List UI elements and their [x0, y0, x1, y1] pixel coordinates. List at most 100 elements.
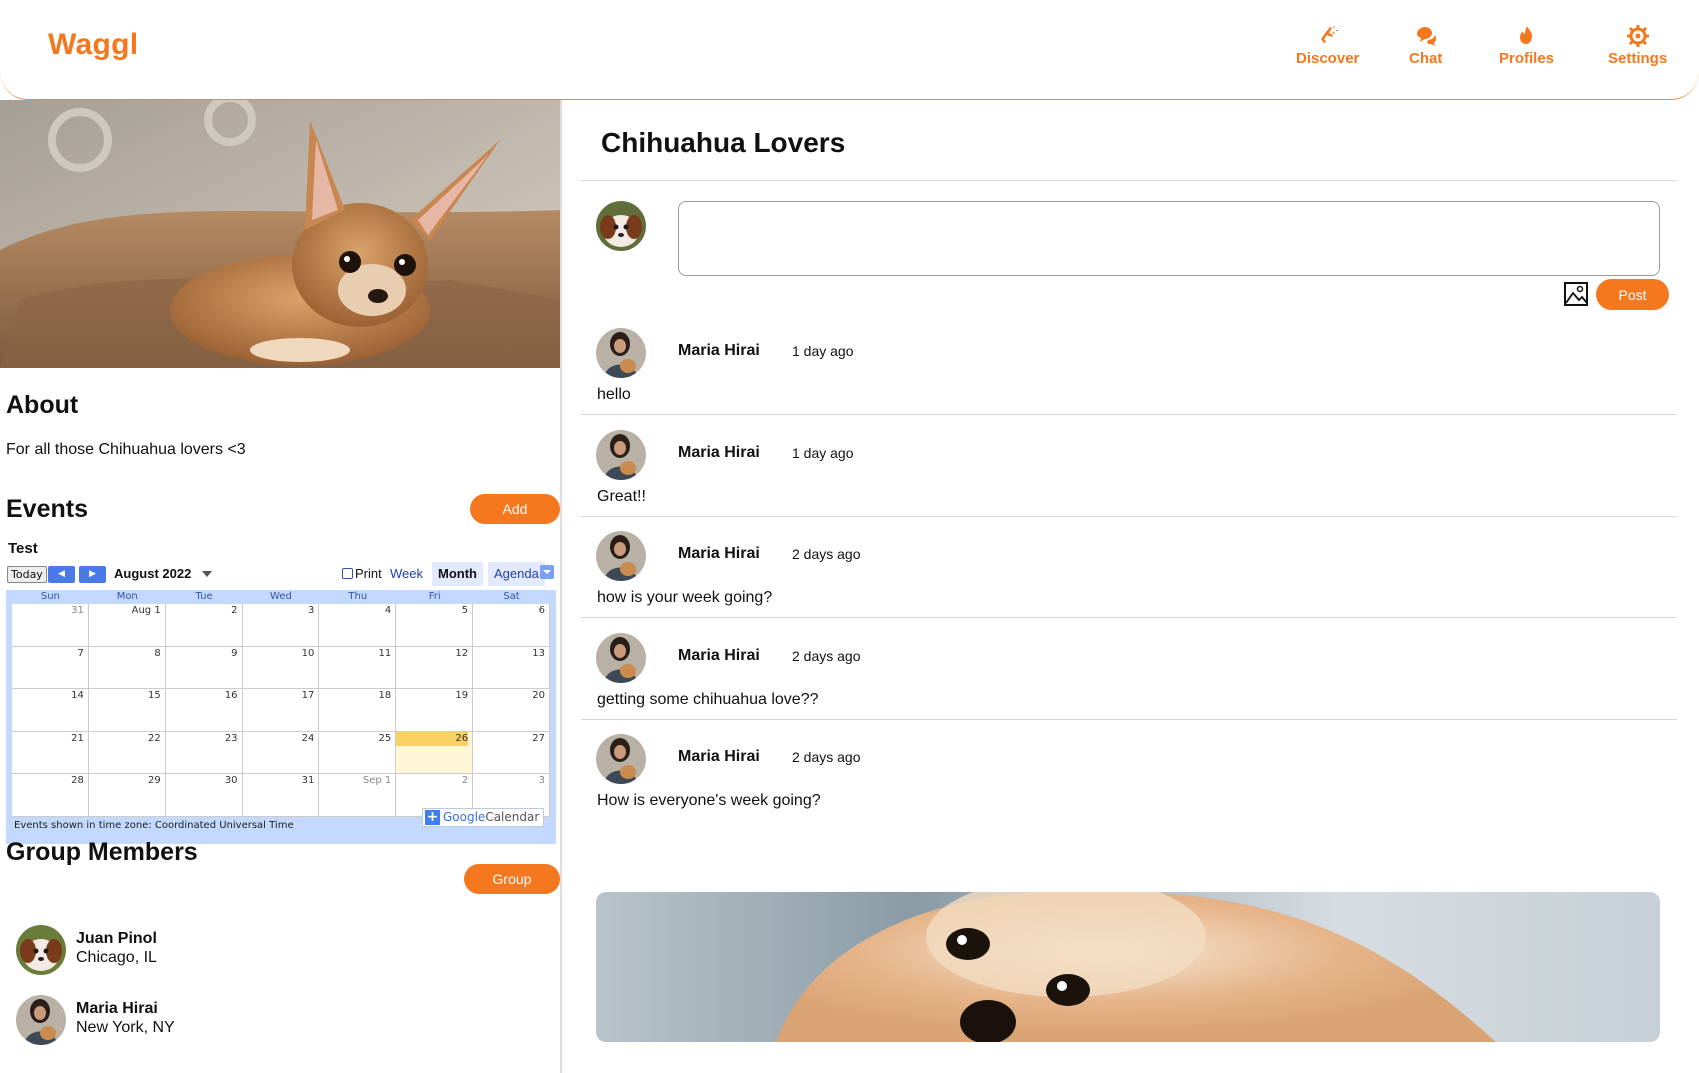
- calendar-day-cell[interactable]: 16: [165, 689, 243, 732]
- calendar-day-number: 17: [301, 690, 315, 702]
- group-chat-button[interactable]: Group Chat: [464, 864, 560, 917]
- google-calendar-badge[interactable]: + GoogleCalendar: [422, 808, 544, 827]
- avatar[interactable]: [596, 734, 646, 784]
- calendar-day-cell[interactable]: 14: [12, 689, 89, 732]
- post-text: How is everyone's week going?: [597, 792, 821, 809]
- calendar-day-cell[interactable]: 20: [473, 689, 550, 732]
- post-item: Maria Hirai 2 days ago getting some chihua…: [564, 632, 1699, 743]
- plus-icon: +: [425, 809, 440, 825]
- post-item: Maria Hirai 2 days ago how is your week go…: [564, 531, 1699, 641]
- post-item: Maria Hirai 1 day ago Great!!: [564, 429, 1699, 540]
- discover-icon: [1320, 26, 1338, 43]
- calendar-day-cell[interactable]: 4: [319, 604, 397, 647]
- agenda-dropdown-icon[interactable]: [540, 565, 554, 579]
- calendar-day-cell[interactable]: 15: [88, 689, 166, 732]
- calendar-toolbar: Today ◀ ▶ August 2022 Print Week Month A…: [6, 562, 556, 588]
- gear-icon: [1626, 25, 1649, 47]
- next-month-button[interactable]: ▶: [79, 566, 106, 583]
- calendar-day-cell[interactable]: 31: [12, 604, 89, 647]
- post-item: Maria Hirai 1 day ago hello: [564, 328, 1699, 438]
- calendar-day-cell[interactable]: 30: [165, 774, 243, 817]
- calendar-day-cell[interactable]: 27: [473, 731, 550, 775]
- calendar-day-cell[interactable]: 12: [396, 646, 474, 690]
- tab-agenda[interactable]: Agenda: [488, 562, 545, 586]
- nav-profiles[interactable]: Profiles: [1499, 24, 1554, 67]
- post-author[interactable]: Maria Hirai: [678, 545, 760, 563]
- avatar[interactable]: [596, 531, 646, 581]
- prev-month-button[interactable]: ◀: [48, 566, 75, 583]
- calendar-day-cell[interactable]: 19: [396, 689, 474, 732]
- calendar-day-cell[interactable]: 7: [12, 646, 89, 690]
- add-event-button[interactable]: Add Event: [470, 494, 560, 547]
- print-button[interactable]: Print: [336, 562, 388, 586]
- calendar-day-cell[interactable]: Aug 1: [88, 604, 166, 647]
- avatar[interactable]: [596, 632, 646, 683]
- calendar-day-cell[interactable]: 2: [165, 604, 243, 647]
- calendar-day-cell[interactable]: 17: [242, 689, 320, 732]
- calendar-day-cell[interactable]: 23: [165, 731, 243, 775]
- member-location: New York, NY: [76, 1019, 175, 1036]
- member-item[interactable]: Maria Hirai New York, NY: [16, 995, 316, 1047]
- image-upload-icon[interactable]: [1563, 281, 1589, 307]
- avatar[interactable]: [596, 429, 646, 480]
- tab-week[interactable]: Week: [384, 562, 429, 586]
- calendar-day-cell[interactable]: 5: [396, 604, 474, 647]
- calendar-day-cell[interactable]: 13: [473, 646, 550, 690]
- member-item[interactable]: Juan Pinol Chicago, IL: [16, 925, 316, 977]
- calendar-day-cell[interactable]: Sep 1: [319, 774, 397, 817]
- calendar-day-cell[interactable]: 8: [88, 646, 166, 690]
- calendar-day-cell[interactable]: 10: [242, 646, 320, 690]
- nav-label: Discover: [1296, 50, 1360, 67]
- post-author[interactable]: Maria Hirai: [678, 748, 760, 766]
- calendar-day-number: 22: [147, 732, 161, 744]
- calendar-day-cell[interactable]: 21: [12, 731, 89, 775]
- post-timestamp: 1 day ago: [792, 444, 854, 461]
- divider: [581, 515, 1677, 517]
- calendar-day-number: 9: [231, 647, 238, 659]
- today-button[interactable]: Today: [7, 566, 47, 583]
- avatar[interactable]: [596, 328, 646, 378]
- calendar-day-number: 19: [455, 690, 469, 702]
- app-logo[interactable]: Waggl: [48, 28, 138, 62]
- calendar-day-cell[interactable]: 28: [12, 774, 89, 817]
- calendar-day-cell[interactable]: 26: [396, 731, 474, 775]
- nav-label: Chat: [1409, 50, 1443, 67]
- month-dropdown-icon[interactable]: [202, 571, 212, 577]
- calendar-day-number: 21: [71, 732, 84, 744]
- divider: [581, 617, 1677, 618]
- calendar-day-number: 14: [71, 690, 84, 702]
- calendar-day-number: 15: [147, 690, 161, 702]
- group-feed: Chihuahua Lovers Post Maria Hirai 1 day a…: [564, 100, 1699, 1073]
- nav-discover[interactable]: Discover: [1296, 24, 1359, 67]
- calendar-day-cell[interactable]: 18: [319, 689, 397, 732]
- calendar-timezone-note: Events shown in time zone: Coordinated U…: [14, 820, 294, 831]
- nav-settings[interactable]: Settings: [1608, 24, 1667, 67]
- calendar-day-cell[interactable]: 11: [319, 646, 397, 690]
- calendar-weeks: 31 Aug 1 2 3 4 5 6 7 8 9 10 11 12 13 14 15 16 17 18 19 20 21 2…: [12, 604, 550, 817]
- calendar-day-cell[interactable]: 25: [319, 731, 397, 775]
- calendar-day-number: 27: [532, 732, 545, 744]
- post-compose-input[interactable]: [678, 201, 1660, 276]
- calendar-day-number: 23: [224, 732, 238, 744]
- calendar-day-number: 3: [308, 605, 315, 616]
- post-author[interactable]: Maria Hirai: [678, 444, 760, 462]
- post-author[interactable]: Maria Hirai: [678, 342, 760, 360]
- day-of-week-label: Mon: [116, 591, 138, 602]
- calendar-day-cell[interactable]: 22: [88, 731, 166, 775]
- calendar-day-cell[interactable]: 9: [165, 646, 243, 690]
- post-text: getting some chihuahua love??: [597, 690, 819, 708]
- about-heading: About: [6, 391, 79, 419]
- tab-month[interactable]: Month: [432, 562, 483, 586]
- post-author[interactable]: Maria Hirai: [678, 647, 760, 665]
- calendar-day-cell[interactable]: 29: [88, 774, 166, 817]
- members-heading: Group Members: [6, 838, 198, 866]
- calendar-day-number: 20: [532, 690, 545, 702]
- calendar-day-cell[interactable]: 31: [242, 774, 320, 817]
- post-button[interactable]: Post: [1596, 279, 1669, 310]
- member-location: Chicago, IL: [76, 949, 157, 966]
- calendar-day-cell[interactable]: 6: [473, 604, 550, 647]
- calendar-day-cell[interactable]: 24: [242, 731, 320, 775]
- calendar-day-cell[interactable]: 3: [242, 604, 320, 647]
- calendar-day-number: 8: [154, 647, 161, 659]
- nav-chat[interactable]: Chat: [1409, 24, 1442, 67]
